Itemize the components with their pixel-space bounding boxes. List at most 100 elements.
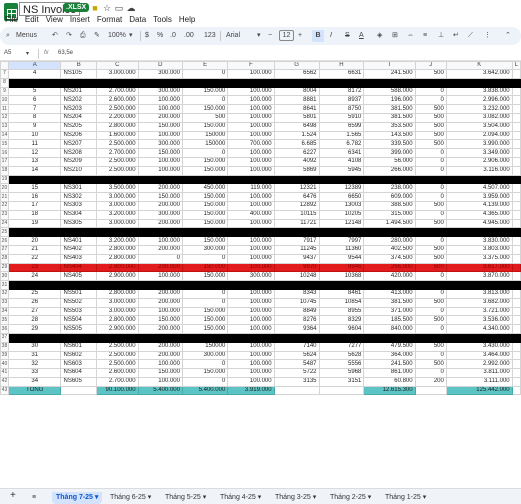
cell[interactable]: 4.340.000 [445, 324, 513, 334]
cell[interactable]: 300.000 [137, 86, 183, 97]
cell[interactable]: 3.111.000 [445, 376, 513, 387]
row-header[interactable]: 37 [0, 332, 9, 343]
cell[interactable]: 150.000 [181, 165, 229, 176]
cell[interactable]: 125.442.000 [445, 385, 513, 396]
cell[interactable]: 13 [7, 156, 62, 167]
cell[interactable] [414, 332, 447, 343]
cell[interactable]: 150.000 [181, 200, 229, 211]
column-header-j[interactable]: J [414, 61, 447, 70]
cell[interactable]: 11245 [273, 244, 320, 255]
cell[interactable]: 13003 [318, 200, 365, 211]
cell[interactable]: 100.000 [227, 376, 275, 387]
cell[interactable]: 100.000 [227, 69, 275, 79]
cell[interactable]: 3.082.000 [445, 112, 513, 123]
cell[interactable]: 150.000 [137, 315, 183, 326]
cell[interactable]: NS207 [60, 139, 97, 150]
cell[interactable]: 150000 [181, 130, 229, 141]
cell[interactable] [95, 77, 139, 88]
cell[interactable]: 3135 [273, 376, 320, 387]
cell[interactable]: 2.500.000 [95, 139, 139, 150]
cell[interactable]: 2.700.000 [95, 86, 139, 97]
column-header-l[interactable]: L [511, 61, 521, 70]
cell[interactable] [273, 385, 320, 396]
cell[interactable]: 0 [181, 288, 229, 299]
cell[interactable]: 100.000 [227, 200, 275, 211]
cell[interactable]: 100.000 [227, 165, 275, 176]
cell[interactable]: 388.500 [363, 200, 416, 211]
text-color-button[interactable]: A [359, 30, 364, 42]
cell[interactable]: 6599 [318, 121, 365, 132]
cell[interactable] [318, 332, 365, 343]
cell[interactable]: NS501 [60, 288, 97, 299]
column-header-h[interactable]: H [318, 61, 365, 70]
cell[interactable]: 479.500 [363, 341, 416, 352]
cell[interactable]: 420.000 [363, 271, 416, 282]
menu-insert[interactable]: Insert [70, 15, 90, 24]
cell[interactable] [137, 227, 183, 238]
cell[interactable]: 381.500 [363, 112, 416, 123]
cell[interactable] [511, 139, 521, 150]
fill-color-icon[interactable]: ◈ [377, 30, 382, 42]
cell[interactable] [511, 350, 521, 361]
cell[interactable]: 150.000 [181, 156, 229, 167]
cell[interactable]: 371.000 [363, 306, 416, 317]
column-header-f[interactable]: F [227, 61, 275, 70]
cell[interactable]: 100.000 [137, 165, 183, 176]
cell[interactable] [95, 332, 139, 343]
cell[interactable]: 0 [414, 95, 447, 106]
cell[interactable]: 5487 [273, 359, 320, 370]
cell[interactable] [181, 174, 229, 185]
cell[interactable]: 21 [7, 244, 62, 255]
cell[interactable]: 339.500 [363, 139, 416, 150]
cell[interactable]: 7140 [273, 341, 320, 352]
cell[interactable]: 100.000 [227, 244, 275, 255]
cell[interactable]: 150.000 [181, 236, 229, 246]
cell[interactable]: 9544 [318, 253, 365, 264]
font-size-decrease-button[interactable]: − [268, 30, 272, 42]
print-icon[interactable]: ⎙ [80, 30, 86, 42]
cell[interactable]: 3.682.000 [445, 297, 513, 308]
cell[interactable]: 3.811.000 [445, 368, 513, 378]
cell[interactable]: 2.500.000 [95, 104, 139, 114]
cell[interactable]: 29 [7, 324, 62, 334]
cell[interactable]: 3.919.000 [227, 385, 275, 396]
cell[interactable] [7, 227, 62, 238]
text-wrap-icon[interactable]: ↵ [453, 30, 459, 42]
cell[interactable]: 150.000 [181, 209, 229, 220]
cell[interactable]: 2.800.000 [95, 288, 139, 299]
cell[interactable]: 3.959.000 [445, 192, 513, 202]
cell[interactable] [363, 280, 416, 290]
sheet-tab[interactable]: Tháng 6-25 ▾ [110, 492, 151, 504]
cell[interactable]: 150.000 [181, 262, 229, 273]
cell[interactable]: 9604 [318, 324, 365, 334]
cell[interactable] [273, 77, 320, 88]
formula-input[interactable]: 63,5e [58, 50, 73, 56]
cell[interactable]: 500 [414, 253, 447, 264]
cell[interactable]: 6562 [273, 69, 320, 79]
cell[interactable] [511, 209, 521, 220]
cell[interactable]: 500 [181, 112, 229, 123]
row-header[interactable]: 17 [0, 156, 9, 167]
cell[interactable]: NS602 [60, 350, 97, 361]
cell[interactable]: 23 [7, 262, 62, 273]
name-box-chevron-icon[interactable]: ▾ [26, 50, 29, 57]
row-header[interactable]: 41 [0, 368, 9, 378]
cell[interactable]: 3.000.000 [95, 218, 139, 229]
cell[interactable]: 100.000 [227, 236, 275, 246]
cell[interactable]: 2.800.000 [95, 121, 139, 132]
cell[interactable]: 100.000 [227, 104, 275, 114]
cell[interactable]: 0 [414, 324, 447, 334]
cell[interactable]: 15 [7, 183, 62, 194]
cell[interactable]: 100.000 [227, 315, 275, 326]
cell[interactable]: NS503 [60, 306, 97, 317]
cell[interactable]: 11721 [273, 218, 320, 229]
cell[interactable]: NS305 [60, 218, 97, 229]
cell[interactable] [511, 288, 521, 299]
cell[interactable]: 2.500.000 [95, 359, 139, 370]
font-size-input[interactable]: 12 [279, 30, 294, 41]
cell[interactable]: 8849 [273, 306, 320, 317]
cell[interactable]: 24 [7, 271, 62, 282]
cell[interactable] [181, 77, 229, 88]
cell[interactable]: 500 [414, 121, 447, 132]
cell[interactable]: 3.504.000 [445, 121, 513, 132]
